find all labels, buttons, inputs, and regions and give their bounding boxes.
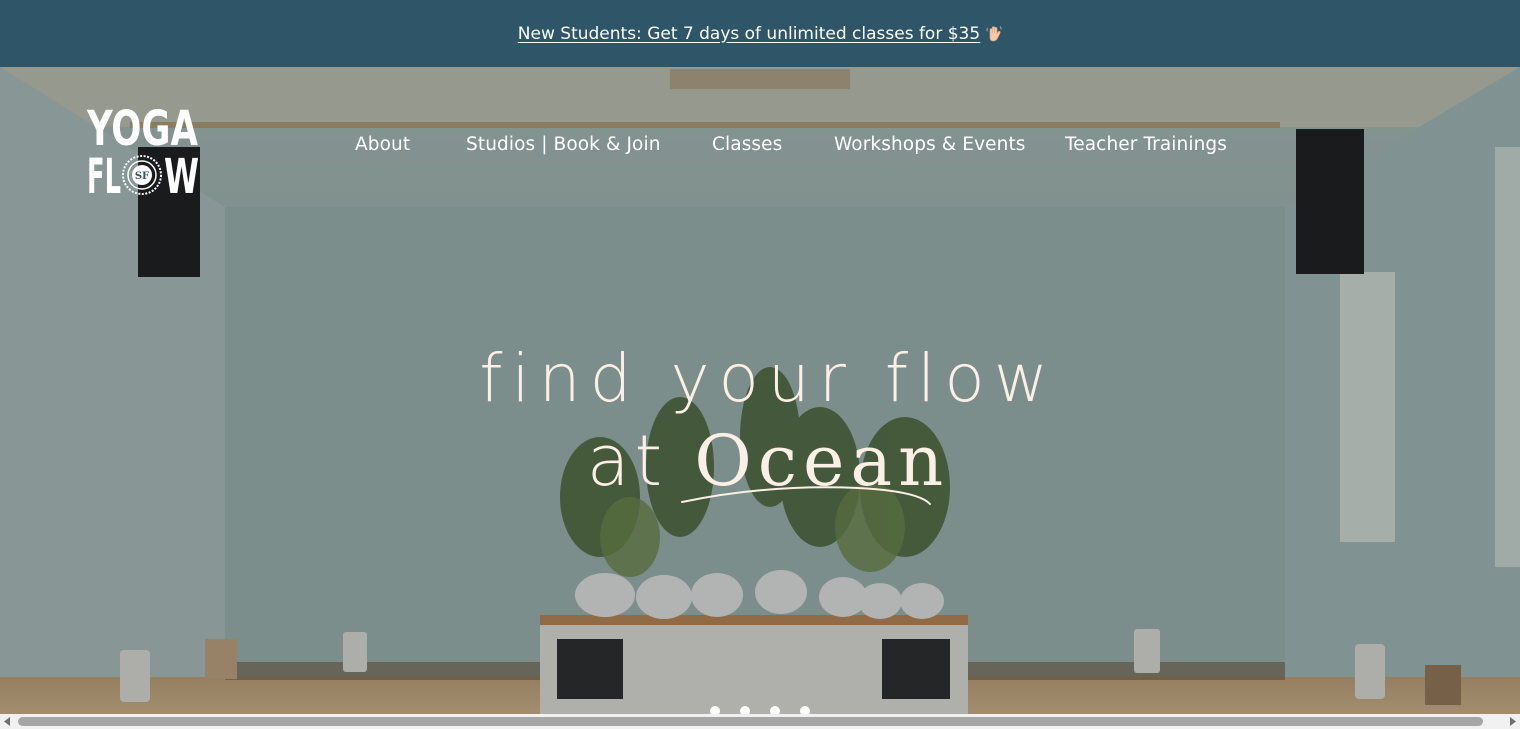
nav-item-teacher-trainings[interactable]: Teacher Trainings xyxy=(1065,134,1227,155)
logo-seal-text: SF xyxy=(135,171,149,182)
waving-hand-icon xyxy=(986,25,1002,42)
new-student-offer-link[interactable]: New Students: Get 7 days of unlimited cl… xyxy=(518,24,1002,44)
announcement-bar: New Students: Get 7 days of unlimited cl… xyxy=(0,0,1520,67)
page: New Students: Get 7 days of unlimited cl… xyxy=(0,0,1520,729)
hero-headline-prefix: at xyxy=(586,420,668,502)
nav-item-studios-book-join[interactable]: Studios | Book & Join xyxy=(466,134,661,155)
nav-item-classes[interactable]: Classes xyxy=(712,134,782,155)
horizontal-scrollbar[interactable] xyxy=(0,714,1520,729)
headline-swoosh-underline xyxy=(681,486,931,505)
nav-item-about[interactable]: About xyxy=(355,134,410,155)
main-nav: About Studios | Book & Join Classes Work… xyxy=(0,128,1520,164)
scroll-right-arrow-icon[interactable] xyxy=(1505,714,1520,729)
nav-item-workshops-events[interactable]: Workshops & Events xyxy=(834,134,1026,155)
scrollbar-thumb[interactable] xyxy=(18,717,1483,726)
announcement-text: New Students: Get 7 days of unlimited cl… xyxy=(517,23,981,44)
hero-headline-line1: find your flow xyxy=(479,340,1057,417)
scroll-left-arrow-icon[interactable] xyxy=(0,714,15,729)
